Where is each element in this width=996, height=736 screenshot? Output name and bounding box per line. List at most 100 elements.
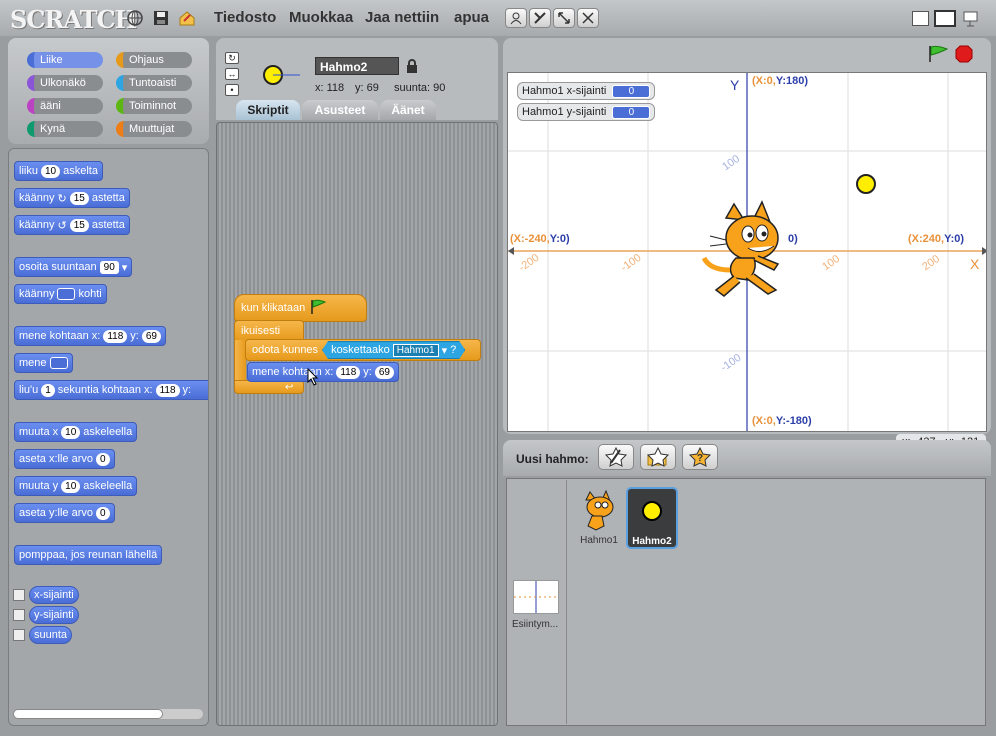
dropdown[interactable] <box>49 357 68 369</box>
checkbox-y-position[interactable] <box>13 609 25 621</box>
menu-help[interactable]: apua <box>454 9 489 26</box>
block-goto[interactable]: mene <box>14 353 73 373</box>
normal-stage-icon[interactable] <box>934 10 956 27</box>
cat-thumbnail <box>585 489 614 531</box>
block-move[interactable]: liiku 10 askelta <box>14 161 103 181</box>
duplicate-tool-icon[interactable] <box>505 8 527 28</box>
block-input[interactable]: 90 <box>99 260 119 274</box>
block-input[interactable]: 10 <box>40 164 61 178</box>
scripts-area[interactable] <box>216 122 498 726</box>
block-text: mene kohtaan x: <box>252 366 334 378</box>
cat-sprite[interactable] <box>696 198 786 308</box>
block-turn-left[interactable]: käänny ↺ 15 astetta <box>14 215 130 235</box>
block-input[interactable]: 0 <box>95 506 110 520</box>
block-bounce[interactable]: pomppaa, jos reunan lähellä <box>14 545 163 565</box>
category-pen[interactable]: Kynä <box>27 121 103 137</box>
category-sensing[interactable]: Tuntoaisti <box>116 75 192 91</box>
category-motion[interactable]: Liike <box>27 52 103 68</box>
palette-scrollbar[interactable] <box>13 709 203 719</box>
block-change-y[interactable]: muuta y 10 askeleella <box>14 476 138 496</box>
reporter-direction[interactable]: suunta <box>29 626 73 644</box>
shrink-tool-icon[interactable] <box>577 8 599 28</box>
grow-tool-icon[interactable] <box>553 8 575 28</box>
menu-file[interactable]: Tiedosto <box>214 9 276 26</box>
tab-costumes[interactable]: Asusteet <box>302 100 378 120</box>
category-operators[interactable]: Toiminnot <box>116 98 192 114</box>
touching-dropdown[interactable]: Hahmo1 <box>393 344 439 357</box>
rotate-left-icon: ↺ <box>57 219 67 232</box>
checkbox-x-position[interactable] <box>13 589 25 601</box>
stage[interactable]: Hahmo1 x-sijainti 0 Hahmo1 y-sijainti 0 Y … <box>507 72 987 432</box>
category-control[interactable]: Ohjaus <box>116 52 192 68</box>
reporter-y-position[interactable]: y-sijainti <box>29 606 79 624</box>
stop-icon[interactable] <box>955 45 973 66</box>
block-set-x[interactable]: aseta x:lle arvo 0 <box>14 449 115 469</box>
presentation-mode-icon[interactable] <box>962 10 979 27</box>
menu-edit[interactable]: Muokkaa <box>289 9 353 26</box>
menu-share[interactable]: Jaa nettiin <box>365 9 439 26</box>
category-sound[interactable]: ääni <box>27 98 103 114</box>
monitor-x-position[interactable]: Hahmo1 x-sijainti 0 <box>517 82 656 100</box>
block-text: liu'u <box>19 384 39 396</box>
block-text: askeleella <box>83 426 133 438</box>
block-text: koskettaako <box>331 344 390 356</box>
category-variables[interactable]: Muuttujat <box>116 121 192 137</box>
block-input[interactable]: 15 <box>69 191 89 205</box>
block-input[interactable]: 118 <box>103 329 128 343</box>
tab-scripts[interactable]: Skriptit <box>236 100 300 120</box>
sprite-name-field[interactable]: Hahmo2 <box>315 57 399 75</box>
save-icon[interactable] <box>152 9 170 27</box>
block-point-direction[interactable]: osoita suuntaan 90 ▾ <box>14 257 133 277</box>
sprite-tile-hahmo2[interactable]: Hahmo2 <box>626 487 678 549</box>
block-input[interactable]: 69 <box>141 329 161 343</box>
checkbox-direction[interactable] <box>13 629 25 641</box>
reporter-x-position[interactable]: x-sijainti <box>29 586 79 604</box>
block-input[interactable]: 0 <box>95 452 110 466</box>
category-looks[interactable]: Ulkonäkö <box>27 75 103 91</box>
top-coordinate-label: (X:0,Y:180) <box>752 75 808 87</box>
ball-sprite[interactable] <box>855 173 877 195</box>
block-input[interactable]: 118 <box>336 365 361 379</box>
small-stage-icon[interactable] <box>912 11 929 26</box>
block-text: ikuisesti <box>241 325 281 337</box>
block-input[interactable]: 15 <box>69 218 89 232</box>
block-input[interactable]: 69 <box>374 365 394 379</box>
touching-block[interactable]: koskettaako Hahmo1 ▾? <box>322 341 465 359</box>
block-goto-xy[interactable]: mene kohtaan x: 118 y: 69 <box>14 326 166 346</box>
green-flag-icon[interactable] <box>927 45 949 66</box>
dropdown[interactable] <box>57 288 76 300</box>
coord-y: Y:180) <box>775 75 809 87</box>
block-point-towards[interactable]: käänny kohti <box>14 284 107 304</box>
stage-thumbnail[interactable] <box>513 580 559 614</box>
block-input[interactable]: 10 <box>61 425 81 439</box>
paint-new-sprite-icon[interactable] <box>598 444 634 470</box>
hat-block-green-flag[interactable]: kun klikataan <box>234 294 367 322</box>
block-text: käänny <box>19 219 55 231</box>
surprise-sprite-icon[interactable]: ? <box>682 444 718 470</box>
rotate-style-flip-icon[interactable]: ↔ <box>225 68 239 80</box>
tab-sounds[interactable]: Äänet <box>380 100 436 120</box>
block-input[interactable]: 118 <box>155 383 180 397</box>
block-input[interactable]: 10 <box>61 479 81 493</box>
rotate-style-all-icon[interactable]: ↻ <box>225 52 239 64</box>
share-icon[interactable] <box>178 9 196 27</box>
delete-tool-icon[interactable] <box>529 8 551 28</box>
scratch-logo: SCRATCH <box>10 5 137 34</box>
goto-xy-block[interactable]: mene kohtaan x: 118 y: 69 <box>247 362 399 382</box>
block-set-y[interactable]: aseta y:lle arvo 0 <box>14 503 115 523</box>
block-turn-right[interactable]: käänny ↻ 15 astetta <box>14 188 130 208</box>
sprite-tile-hahmo1[interactable]: Hahmo1 <box>576 488 622 548</box>
block-input[interactable]: 1 <box>41 383 55 397</box>
lock-icon[interactable] <box>406 59 418 76</box>
block-glide[interactable]: liu'u 1 sekuntia kohtaan x: 118 y: <box>14 380 208 400</box>
monitor-y-position[interactable]: Hahmo1 y-sijainti 0 <box>517 103 656 121</box>
wait-until-block[interactable]: odota kunnes koskettaako Hahmo1 ▾? <box>245 339 481 361</box>
block-text: muuta y <box>19 480 59 492</box>
rotate-style-none-icon[interactable]: • <box>225 84 239 96</box>
choose-sprite-file-icon[interactable] <box>640 444 676 470</box>
center-coordinate-label: 0) <box>788 233 798 245</box>
bottom-coordinate-label: (X:0,Y:-180) <box>752 415 812 427</box>
monitor-label: Hahmo1 y-sijainti <box>522 106 607 118</box>
globe-icon[interactable] <box>126 9 144 27</box>
block-change-x[interactable]: muuta x 10 askeleella <box>14 422 138 442</box>
